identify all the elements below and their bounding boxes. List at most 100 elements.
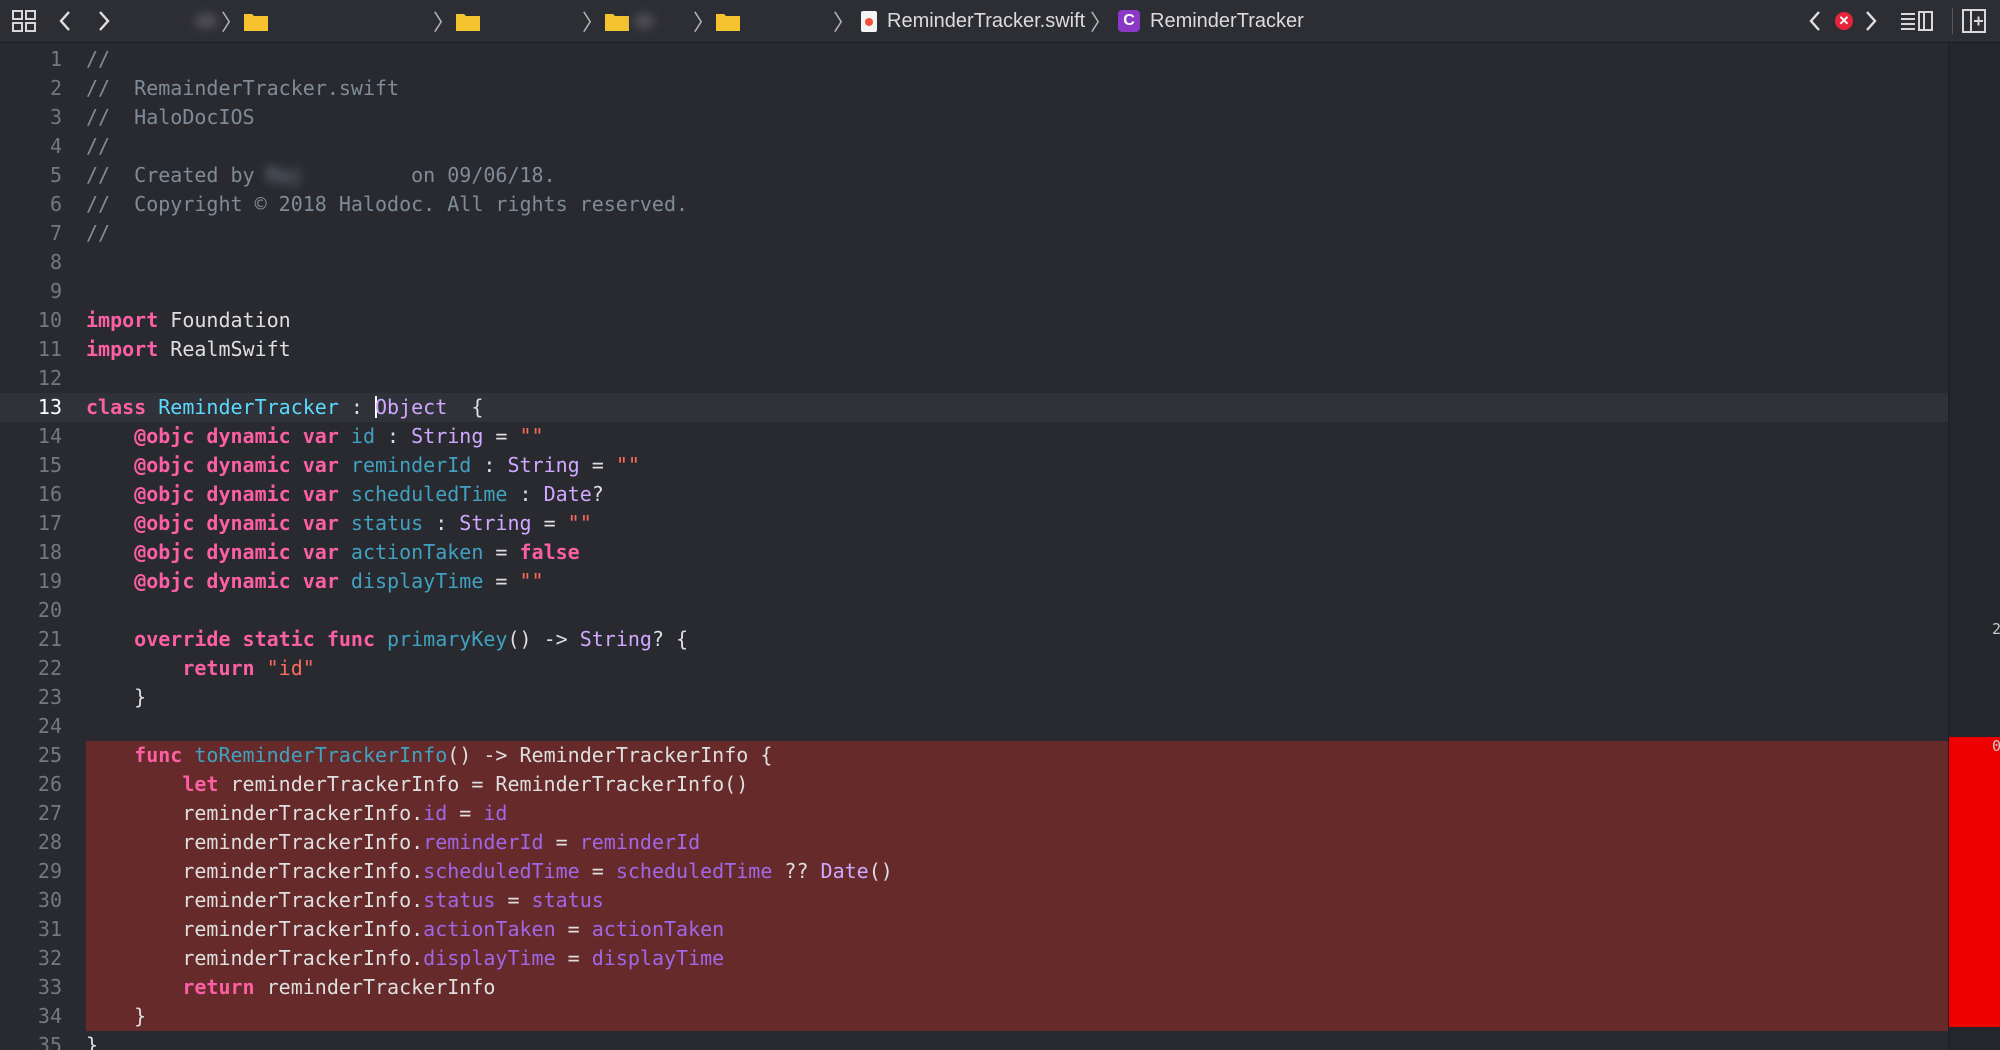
code-line[interactable]: 16 @objc dynamic var scheduledTime : Dat… xyxy=(0,480,1948,509)
code-line[interactable]: 23 } xyxy=(0,683,1948,712)
line-number: 34 xyxy=(37,1004,62,1028)
code-line[interactable]: 4 // xyxy=(0,132,1948,161)
code-line[interactable]: 31 reminderTrackerInfo.actionTaken = act… xyxy=(0,915,1948,944)
code-line[interactable]: 22 return "id" xyxy=(0,654,1948,683)
code-text: import Foundation xyxy=(86,306,291,335)
code-token: // xyxy=(86,134,111,158)
code-line[interactable]: 11 import RealmSwift xyxy=(0,335,1948,364)
code-line[interactable]: 32 reminderTrackerInfo.displayTime = dis… xyxy=(0,944,1948,973)
breadcrumb-item-class[interactable]: 〉 C ReminderTracker xyxy=(1090,0,1304,42)
code-text: reminderTrackerInfo.status = status xyxy=(86,886,603,915)
code-line[interactable]: 6 // Copyright © 2018 Halodoc. All rights… xyxy=(0,190,1948,219)
related-items-button[interactable] xyxy=(12,0,36,42)
code-token: reminderId xyxy=(423,830,544,854)
line-number: 8 xyxy=(49,250,62,274)
code-text: // HaloDocIOS xyxy=(86,103,255,132)
breadcrumb-item-group-2[interactable]: 〉 xyxy=(582,0,655,42)
issue-indicator[interactable]: ✕ xyxy=(1835,0,1853,42)
code-token: Foundation xyxy=(158,308,291,332)
add-editor-button[interactable] xyxy=(1962,0,1986,42)
line-number: 19 xyxy=(37,569,62,593)
code-text: @objc dynamic var displayTime = "" xyxy=(86,567,543,596)
code-line[interactable]: 18 @objc dynamic var actionTaken = false xyxy=(0,538,1948,567)
code-line[interactable]: 30 reminderTrackerInfo.status = status xyxy=(0,886,1948,915)
code-token: @objc dynamic var xyxy=(134,482,339,506)
code-line[interactable]: 24 xyxy=(0,712,1948,741)
code-line[interactable]: 21 override static func primaryKey() -> … xyxy=(0,625,1948,654)
code-line[interactable]: 2 // RemainderTracker.swift xyxy=(0,74,1948,103)
jump-bar: 〉 〉 〉 〉 〉 ReminderTracker.swift 〉 C Remi… xyxy=(0,0,2000,43)
code-line[interactable]: 26 let reminderTrackerInfo = ReminderTra… xyxy=(0,770,1948,799)
code-line[interactable]: 8 xyxy=(0,248,1948,277)
code-line[interactable]: 33 return reminderTrackerInfo xyxy=(0,973,1948,1002)
error-marker[interactable] xyxy=(1949,737,2000,1027)
folder-icon xyxy=(243,11,269,32)
code-text: import RealmSwift xyxy=(86,335,291,364)
previous-issue-button[interactable] xyxy=(1808,0,1822,42)
folder-icon xyxy=(715,11,741,32)
code-text: let reminderTrackerInfo = ReminderTracke… xyxy=(86,770,748,799)
code-token: toReminderTrackerInfo xyxy=(194,743,448,767)
line-number: 15 xyxy=(37,453,62,477)
breadcrumb-item-group-3[interactable]: 〉 xyxy=(693,0,741,42)
code-token: reminderId xyxy=(579,830,701,854)
code-line[interactable]: 3 // HaloDocIOS xyxy=(0,103,1948,132)
code-line[interactable]: 17 @objc dynamic var status : String = "… xyxy=(0,509,1948,538)
code-line[interactable]: 35} xyxy=(0,1031,1948,1050)
code-line[interactable]: 7 // xyxy=(0,219,1948,248)
code-line[interactable]: 10 import Foundation xyxy=(0,306,1948,335)
breadcrumb-item-project[interactable]: 〉 xyxy=(195,0,269,42)
code-token: String xyxy=(579,627,652,651)
redacted-label xyxy=(195,14,217,28)
breadcrumb-separator: 〉 xyxy=(833,10,856,35)
code-token: String xyxy=(411,424,484,448)
code-line[interactable]: 28 reminderTrackerInfo.reminderId = remi… xyxy=(0,828,1948,857)
editor-options-button[interactable] xyxy=(1900,0,1934,42)
code-token: } xyxy=(86,685,147,709)
breadcrumb-item-group-1[interactable]: 〉 xyxy=(433,0,481,42)
code-token: = xyxy=(579,453,616,477)
line-number: 16 xyxy=(37,482,62,506)
breadcrumb-item-file[interactable]: 〉 ReminderTracker.swift xyxy=(833,0,1085,42)
line-number: 17 xyxy=(37,511,62,535)
code-text: @objc dynamic var status : String = "" xyxy=(86,509,592,538)
code-token: scheduledTime xyxy=(615,859,773,883)
code-token: : xyxy=(423,511,460,535)
code-line[interactable]: 1 // xyxy=(0,45,1948,74)
code-line[interactable]: 15 @objc dynamic var reminderId : String… xyxy=(0,451,1948,480)
code-line[interactable]: 27 reminderTrackerInfo.id = id xyxy=(0,799,1948,828)
code-line[interactable]: 34 } xyxy=(0,1002,1948,1031)
redacted-text: Raj xyxy=(266,163,303,187)
code-token: : xyxy=(375,424,412,448)
code-line[interactable]: 19 @objc dynamic var displayTime = "" xyxy=(0,567,1948,596)
line-number: 31 xyxy=(37,917,62,941)
forward-button[interactable] xyxy=(97,0,111,42)
code-token: primaryKey xyxy=(387,627,508,651)
code-line[interactable]: 13 class ReminderTracker : Object { xyxy=(0,393,1948,422)
code-line[interactable]: 5 // Created by Raj on 09/06/18. xyxy=(0,161,1948,190)
lines-panel-icon xyxy=(1900,10,1934,32)
code-token: reminderId xyxy=(350,453,472,477)
code-line[interactable]: 12 xyxy=(0,364,1948,393)
source-editor[interactable]: 1 // 2 // RemainderTracker.swift 3 // HaloDoc… xyxy=(0,43,1948,1050)
folder-icon xyxy=(455,11,481,32)
code-line[interactable]: 14 @objc dynamic var id : String = "" xyxy=(0,422,1948,451)
next-issue-button[interactable] xyxy=(1864,0,1878,42)
code-line[interactable]: 20 xyxy=(0,596,1948,625)
code-token: reminderTrackerInfo. xyxy=(86,859,424,883)
code-text: } xyxy=(86,1002,146,1031)
code-token: = xyxy=(555,946,592,970)
code-line[interactable]: 29 reminderTrackerInfo.scheduledTime = s… xyxy=(0,857,1948,886)
code-text: // xyxy=(86,132,110,161)
breadcrumb-separator: 〉 xyxy=(1090,10,1113,35)
error-icon: ✕ xyxy=(1835,12,1853,30)
back-button[interactable] xyxy=(58,0,72,42)
code-line[interactable]: 9 xyxy=(0,277,1948,306)
code-line[interactable]: 25 func toReminderTrackerInfo() -> Remin… xyxy=(0,741,1948,770)
code-token: displayTime xyxy=(591,946,725,970)
code-token: "" xyxy=(615,453,640,477)
